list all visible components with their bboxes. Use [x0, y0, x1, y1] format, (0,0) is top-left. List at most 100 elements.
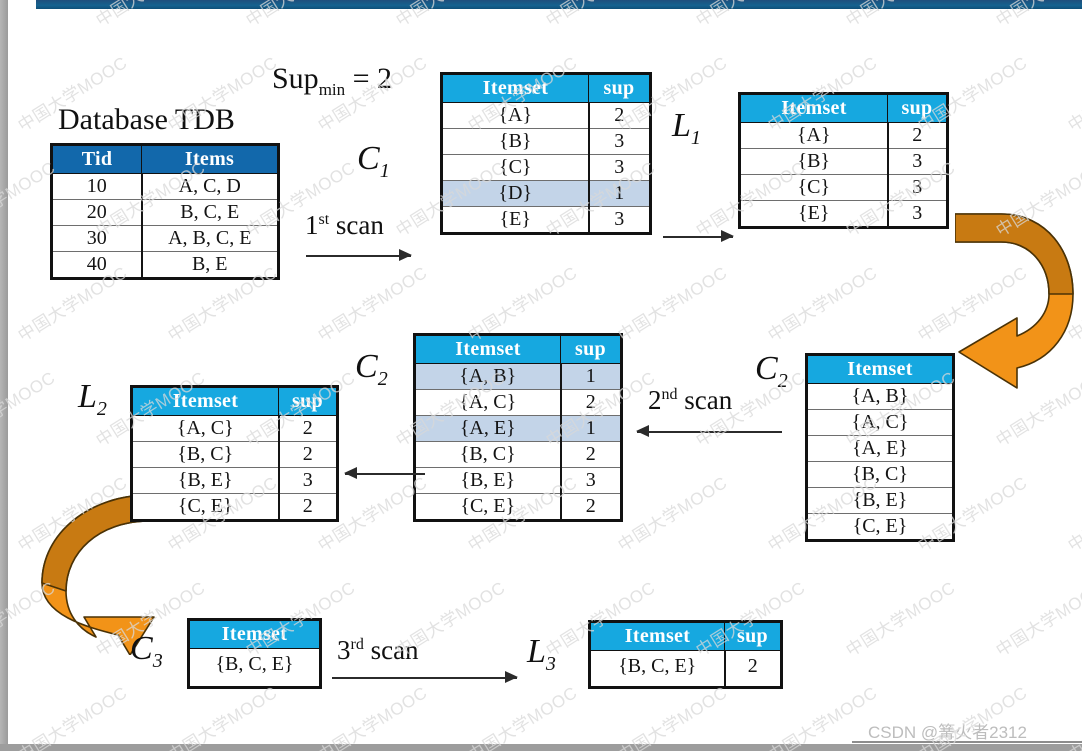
table-row-header: Tid Items: [51, 144, 279, 174]
scan-1-word: scan: [335, 210, 384, 240]
table-row: {B, C, E}: [187, 648, 322, 688]
cell-itemset: {B, C, E}: [588, 650, 726, 688]
table-row: {C, E} 2: [130, 493, 339, 521]
cell-itemset: {B, E}: [130, 467, 280, 494]
cell-sup: 2: [559, 441, 623, 468]
watermark-text: 中国大学MOOC: [0, 368, 59, 451]
watermark-text: 中国大学MOOC: [764, 263, 881, 346]
cell-itemset: {A, C}: [805, 409, 955, 436]
supmin-subscript: min: [318, 80, 346, 99]
cell-itemset: {A, B}: [805, 383, 955, 410]
arrow-c2-to-l2-shaft: [345, 473, 425, 475]
cell-itemset: {B, C}: [805, 461, 955, 488]
cell-sup: 2: [559, 389, 623, 416]
watermark-text: 中国大学MOOC: [614, 263, 731, 346]
scan-1-ordinal: st: [318, 211, 330, 228]
col-header-sup: sup: [887, 93, 948, 123]
table-l1: Itemset sup {A} 2 {B} 3 {C} 3 {E} 3: [738, 92, 949, 229]
cell-sup: 1: [559, 415, 623, 442]
curved-arrow-l1-to-c2: [955, 213, 1074, 389]
watermark-text: 中国大学MOOC: [614, 473, 731, 556]
label-c3: C3: [130, 630, 163, 673]
arrow-scan-1: [306, 248, 412, 262]
table-row: {B, E} 3: [130, 467, 339, 494]
scan-2-ordinal: nd: [661, 386, 678, 403]
table-row: {B} 3: [440, 128, 652, 155]
arrow-scan-1-shaft: [306, 255, 411, 257]
arrow-c2-to-l2: [344, 466, 425, 480]
cell-itemset: {E}: [440, 206, 590, 234]
cell-sup: 3: [587, 154, 652, 181]
cell-sup: 3: [587, 128, 652, 155]
table-c3: Itemset {B, C, E}: [187, 618, 322, 689]
arrow-scan-3: [332, 670, 518, 684]
label-l1-subscript: 1: [690, 126, 701, 149]
cell-itemset: {A, C}: [413, 389, 562, 416]
arrow-scan-2-shaft: [637, 431, 782, 433]
scan-3-label: 3rd scan: [337, 635, 419, 666]
scan-1-number: 1: [305, 210, 319, 240]
table-row-header: Itemset sup: [441, 73, 651, 103]
label-l1: L1: [672, 107, 701, 150]
cell-tid: 40: [50, 251, 143, 279]
cell-sup: 2: [277, 441, 339, 468]
cell-itemset: {B, C, E}: [187, 648, 322, 688]
label-l2-letter: L: [78, 378, 97, 415]
label-c3-subscript: 3: [152, 649, 163, 672]
table-row-pruned: {A, B} 1: [413, 363, 623, 390]
cell-sup: 2: [559, 493, 623, 521]
cell-items: A, C, D: [140, 173, 280, 200]
scan-3-ordinal: rd: [350, 636, 364, 653]
label-c1-subscript: 1: [379, 159, 390, 182]
table-row-header: Itemset: [188, 619, 321, 649]
cell-tid: 20: [50, 199, 143, 226]
cell-items: B, C, E: [140, 199, 280, 226]
label-c2-counted-subscript: 2: [377, 367, 388, 390]
table-row: 10 A, C, D: [50, 173, 280, 200]
arrow-c2-to-l2-head: [344, 467, 357, 479]
scan-3-word: scan: [370, 635, 419, 665]
table-row: {B, E} 3: [413, 467, 623, 494]
arrow-scan-2-head: [636, 425, 649, 437]
watermark-text: 中国大学MOOC: [1064, 473, 1082, 556]
cell-itemset: {D}: [440, 180, 590, 207]
cell-itemset: {A, C}: [130, 415, 280, 442]
table-row: {A, E}: [805, 435, 955, 462]
scan-3-number: 3: [337, 635, 351, 665]
csdn-watermark-credit: CSDN @篝火者2312: [868, 723, 1027, 742]
scan-2-number: 2: [648, 385, 662, 415]
top-bar-decoration: [36, 0, 1082, 9]
label-l3-subscript: 3: [545, 652, 556, 675]
table-row: {B} 3: [738, 148, 949, 175]
cell-itemset: {C, E}: [130, 493, 280, 521]
table-l2: Itemset sup {A, C} 2 {B, C} 2 {B, E} 3 {…: [130, 385, 339, 522]
table-row-header: Itemset sup: [739, 93, 948, 123]
watermark-text: 中国大学MOOC: [842, 578, 959, 661]
label-c2-counted-letter: C: [355, 348, 378, 385]
cell-itemset: {C}: [440, 154, 590, 181]
table-row: {A, C}: [805, 409, 955, 436]
label-c1-letter: C: [357, 140, 380, 177]
cell-sup: 2: [277, 493, 339, 521]
cell-sup: 3: [587, 206, 652, 234]
table-row-header: Itemset sup: [131, 386, 338, 416]
table-l3: Itemset sup {B, C, E} 2: [588, 620, 783, 689]
cell-itemset: {A, B}: [413, 363, 562, 390]
arrow-scan-3-head: [505, 671, 518, 683]
label-l2-subscript: 2: [96, 397, 107, 420]
arrow-scan-2: [636, 424, 782, 438]
cell-sup: 3: [886, 174, 949, 201]
table-row: {B, C, E} 2: [588, 650, 783, 688]
table-c2-counted: Itemset sup {A, B} 1 {A, C} 2 {A, E} 1 {…: [413, 333, 623, 522]
label-c2-candidates-subscript: 2: [777, 369, 788, 392]
col-header-itemset: Itemset: [441, 73, 589, 103]
cell-itemset: {C, E}: [805, 513, 955, 541]
cell-itemset: {B, C}: [130, 441, 280, 468]
label-l2: L2: [78, 378, 107, 421]
cell-tid: 30: [50, 225, 143, 252]
cell-itemset: {A}: [440, 102, 590, 129]
cell-sup: 2: [277, 415, 339, 442]
table-row: {C} 3: [440, 154, 652, 181]
cell-sup: 3: [277, 467, 339, 494]
table-row: 40 B, E: [50, 251, 280, 279]
